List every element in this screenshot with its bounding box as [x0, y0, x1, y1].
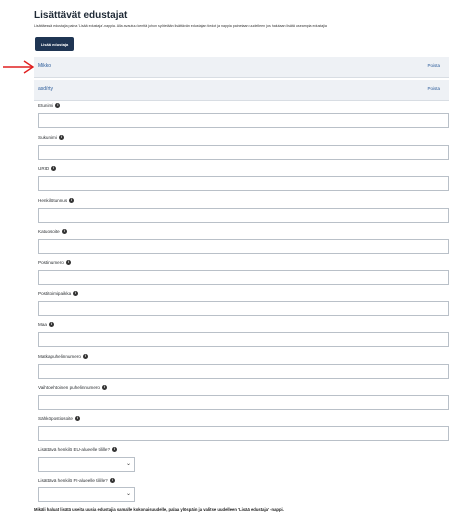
city-field[interactable]: [38, 301, 449, 316]
page-title: Lisättävät edustajat: [34, 10, 128, 21]
info-icon[interactable]: i: [58, 135, 64, 141]
personal-id-label: Henkilötunnus i: [38, 198, 75, 204]
chevron-down-icon: ⌄: [125, 461, 131, 467]
postal-code-label: Postinumero i: [38, 260, 71, 266]
page-description: Lisättäessä edustajia paina 'Lisää edust…: [34, 24, 327, 28]
email-label: Sähköpostiosoite i: [38, 416, 80, 422]
fi-region-select[interactable]: ⌄: [38, 487, 135, 502]
representative-row[interactable]: Mikko Poista: [34, 57, 449, 78]
info-icon[interactable]: i: [82, 354, 88, 360]
field-label-text: Matkapuhelinnumero: [38, 354, 81, 359]
info-icon[interactable]: i: [109, 478, 115, 484]
country-field[interactable]: [38, 332, 449, 347]
eu-region-select[interactable]: ⌄: [38, 457, 135, 472]
eu-region-label: Lisättävä henkilö EU-alueelle tilille? i: [38, 447, 118, 453]
field-label-text: Katuosoite: [38, 229, 60, 234]
first-name-field[interactable]: [38, 113, 449, 128]
field-label-text: Vaihtoehtoinen puhelinnumero: [38, 385, 100, 390]
alt-phone-field[interactable]: [38, 395, 449, 410]
field-label-text: Etunimi: [38, 103, 54, 108]
info-icon[interactable]: i: [75, 416, 80, 422]
last-name-field[interactable]: [38, 145, 449, 160]
footer-note: Mikäli haluat lisätä useita uusia edusta…: [34, 507, 284, 512]
mobile-phone-label: Matkapuhelinnumero i: [38, 354, 88, 360]
first-name-label: Etunimi i: [38, 103, 61, 109]
info-icon[interactable]: i: [51, 166, 57, 172]
field-label-text: Lisättävä henkilö FI-alueelle tilille?: [38, 478, 108, 483]
field-label-text: Sukunimi: [38, 135, 57, 140]
postal-code-field[interactable]: [38, 270, 449, 285]
email-field[interactable]: [38, 426, 449, 441]
field-label-text: Postitoimipaikka: [38, 291, 72, 296]
street-address-label: Katuosoite i: [38, 229, 67, 235]
mobile-phone-field[interactable]: [38, 364, 449, 379]
last-name-label: Sukunimi i: [38, 135, 64, 141]
info-icon[interactable]: i: [73, 291, 79, 297]
field-label-text: Henkilötunnus: [38, 198, 68, 203]
personal-id-field[interactable]: [38, 208, 449, 223]
field-label-text: Lisättävä henkilö EU-alueelle tilille?: [38, 447, 111, 452]
urid-label: URID i: [38, 166, 57, 172]
info-icon[interactable]: i: [101, 385, 107, 391]
city-label: Postitoimipaikka i: [38, 291, 79, 297]
field-label-text: Maa: [38, 322, 47, 327]
fi-region-label: Lisättävä henkilö FI-alueelle tilille? i: [38, 478, 115, 484]
red-arrow-icon: [3, 60, 35, 74]
info-icon[interactable]: i: [112, 447, 118, 453]
info-icon[interactable]: i: [55, 103, 61, 109]
representative-name[interactable]: asd/rty: [38, 86, 53, 92]
info-icon[interactable]: i: [61, 229, 67, 235]
representative-row[interactable]: asd/rty Poista: [34, 80, 449, 101]
field-label-text: Sähköpostiosoite: [38, 416, 73, 421]
chevron-down-icon: ⌄: [125, 491, 131, 497]
info-icon[interactable]: i: [69, 198, 75, 204]
field-label-text: Postinumero: [38, 260, 64, 265]
field-label-text: URID: [38, 166, 50, 171]
info-icon[interactable]: i: [48, 322, 54, 328]
urid-field[interactable]: [38, 176, 449, 191]
street-address-field[interactable]: [38, 239, 449, 254]
representative-name[interactable]: Mikko: [38, 63, 51, 69]
delete-representative-link[interactable]: Poista: [427, 63, 440, 68]
alt-phone-label: Vaihtoehtoinen puhelinnumero i: [38, 385, 107, 391]
delete-representative-link[interactable]: Poista: [427, 86, 440, 91]
info-icon[interactable]: i: [65, 260, 71, 266]
add-representative-button[interactable]: Lisää edustaja: [35, 37, 74, 51]
country-label: Maa i: [38, 322, 54, 328]
